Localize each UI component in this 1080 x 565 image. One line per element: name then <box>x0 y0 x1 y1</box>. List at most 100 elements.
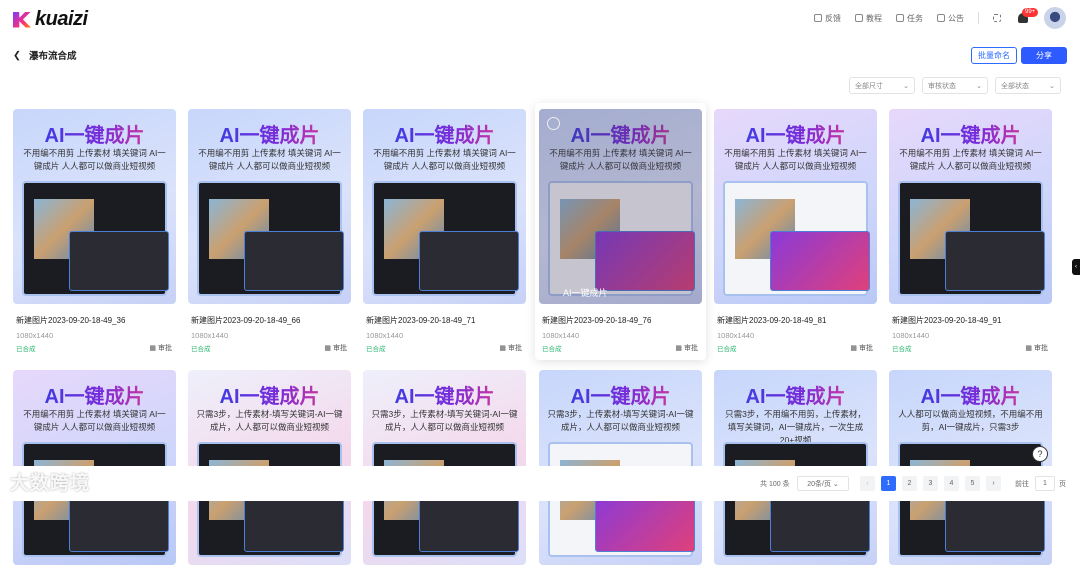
approve-button[interactable]: ▦ 审批 <box>324 343 347 353</box>
batch-rename-button[interactable]: 批量命名 <box>971 47 1017 64</box>
image-card[interactable]: AI一键成片 不用编不用剪 上传素材 填关键词 AI一键成片 人人都可以做商业短… <box>9 364 180 565</box>
filter-value: 全部尺寸 <box>855 82 883 90</box>
thumbnail-dialog <box>770 492 870 552</box>
bell-icon[interactable]: 99+ <box>1018 8 1039 23</box>
image-card[interactable]: AI一键成片 不用编不用剪 上传素材 填关键词 AI一键成片 人人都可以做商业短… <box>359 103 530 360</box>
image-card[interactable]: AI一键成片 只需3步，上传素材-填写关键词-AI一键成片，人人都可以做商业短视… <box>184 364 355 565</box>
card-name: 新建图片2023-09-20-18-49_81 <box>717 316 827 325</box>
tutorial-icon <box>855 13 863 22</box>
apps-icon[interactable] <box>993 14 1001 22</box>
card-name: 新建图片2023-09-20-18-49_76 <box>542 316 652 325</box>
prev-page-button[interactable]: ‹ <box>860 476 875 491</box>
thumbnail-subtitle: 不用编不用剪 上传素材 填关键词 AI一键成片 人人都可以做商业短视频 <box>23 409 166 432</box>
image-card[interactable]: AI一键成片 不用编不用剪 上传素材 填关键词 AI一键成片 人人都可以做商业短… <box>885 103 1056 360</box>
chevron-down-icon: ⌄ <box>976 82 982 90</box>
image-card[interactable]: AI一键成片 不用编不用剪 上传素材 填关键词 AI一键成片 人人都可以做商业短… <box>710 103 881 360</box>
thumbnail-dialog <box>770 231 870 291</box>
approve-icon: ▦ <box>149 345 157 352</box>
image-card[interactable]: AI一键成片 只需3步，上传素材-填写关键词-AI一键成片，人人都可以做商业短视… <box>359 364 530 565</box>
watermark: 大数跨境 <box>10 473 91 494</box>
page-2[interactable]: 2 <box>902 476 917 491</box>
select-checkbox[interactable] <box>547 117 560 130</box>
status-badge: 已合成 <box>366 346 386 353</box>
next-page-button[interactable]: › <box>986 476 1001 491</box>
card-name: 新建图片2023-09-20-18-49_66 <box>191 316 301 325</box>
card-size: 1080x1440 <box>16 331 54 340</box>
share-button[interactable]: 分享 <box>1021 47 1067 64</box>
card-thumbnail[interactable]: AI一键成片 不用编不用剪 上传素材 填关键词 AI一键成片 人人都可以做商业短… <box>539 109 702 304</box>
thumbnail-dialog <box>244 231 344 291</box>
image-card[interactable]: AI一键成片 不用编不用剪 上传素材 填关键词 AI一键成片 人人都可以做商业短… <box>184 103 355 360</box>
goto-page-input[interactable]: 1 <box>1035 476 1055 491</box>
notification-badge: 99+ <box>1022 8 1039 17</box>
approve-label: 审批 <box>1034 345 1048 352</box>
page-4[interactable]: 4 <box>944 476 959 491</box>
thumbnail-subtitle: 只需3步，上传素材-填写关键词-AI一键成片，人人都可以做商业短视频 <box>371 409 518 432</box>
nav-announcement[interactable]: 公告 <box>937 13 964 24</box>
status-badge: 已合成 <box>16 346 36 353</box>
page-3[interactable]: 3 <box>923 476 938 491</box>
card-size: 1080x1440 <box>191 331 229 340</box>
divider <box>978 12 979 24</box>
card-thumbnail[interactable]: AI一键成片 不用编不用剪 上传素材 填关键词 AI一键成片 人人都可以做商业短… <box>13 109 176 304</box>
page-size-value: 20条/页 <box>807 480 831 488</box>
hover-overlay <box>539 109 702 304</box>
thumbnail-title: AI一键成片 <box>363 119 526 148</box>
logo-mark-icon <box>13 11 31 28</box>
top-nav: 反馈 教程 任务 公告 99+ <box>814 8 1039 24</box>
approve-icon: ▦ <box>499 345 507 352</box>
size-filter[interactable]: 全部尺寸 ⌄ <box>849 77 915 94</box>
logo-text: kuaizi <box>35 8 88 30</box>
approve-button[interactable]: ▦ 审批 <box>850 343 873 353</box>
image-card[interactable]: AI一键成片 只需3步，不用编不用剪，上传素材，填写关键词，AI一键成片，一次生… <box>710 364 881 565</box>
approve-button[interactable]: ▦ 审批 <box>499 343 522 353</box>
thumbnail-subtitle: 不用编不用剪 上传素材 填关键词 AI一键成片 人人都可以做商业短视频 <box>724 148 867 171</box>
page-5[interactable]: 5 <box>965 476 980 491</box>
speaker-icon <box>937 13 945 22</box>
image-card[interactable]: AI一键成片 人人都可以做商业短视频，不用编不用剪，AI一键成片，只需3步 <box>885 364 1056 565</box>
thumbnail-dialog <box>419 492 519 552</box>
back-nav[interactable]: ❮ 瀑布流合成 <box>13 48 76 63</box>
page-1[interactable]: 1 <box>881 476 896 491</box>
card-size: 1080x1440 <box>892 331 930 340</box>
nav-tasks[interactable]: 任务 <box>896 13 923 24</box>
status-badge: 已合成 <box>191 346 211 353</box>
approve-button[interactable]: ▦ 审批 <box>149 343 172 353</box>
hover-label: AI一键成片 <box>563 288 608 298</box>
thumbnail-title: AI一键成片 <box>889 119 1052 148</box>
thumbnail-dialog <box>69 231 169 291</box>
approve-button[interactable]: ▦ 审批 <box>1025 343 1048 353</box>
review-filter[interactable]: 审核状态 ⌄ <box>922 77 988 94</box>
thumbnail-title: AI一键成片 <box>714 380 877 409</box>
image-card[interactable]: AI一键成片 不用编不用剪 上传素材 填关键词 AI一键成片 人人都可以做商业短… <box>9 103 180 360</box>
card-thumbnail[interactable]: AI一键成片 不用编不用剪 上传素材 填关键词 AI一键成片 人人都可以做商业短… <box>714 109 877 304</box>
chevron-left-icon: ❮ <box>13 49 21 61</box>
logo[interactable]: kuaizi <box>13 8 88 31</box>
nav-label: 反馈 <box>825 13 841 23</box>
status-filter[interactable]: 全部状态 ⌄ <box>995 77 1061 94</box>
help-icon[interactable]: ? <box>1032 446 1048 462</box>
total-count: 共 100 条 <box>760 480 790 488</box>
card-name: 新建图片2023-09-20-18-49_36 <box>16 316 126 325</box>
page-size-select[interactable]: 20条/页 ⌄ <box>797 476 849 491</box>
card-thumbnail[interactable]: AI一键成片 不用编不用剪 上传素材 填关键词 AI一键成片 人人都可以做商业短… <box>188 109 351 304</box>
thumbnail-dialog <box>244 492 344 552</box>
card-name: 新建图片2023-09-20-18-49_91 <box>892 316 1002 325</box>
pagination-bar <box>0 466 1080 501</box>
approve-button[interactable]: ▦ 审批 <box>675 343 698 353</box>
status-badge: 已合成 <box>717 346 737 353</box>
image-card[interactable]: AI一键成片 不用编不用剪 上传素材 填关键词 AI一键成片 人人都可以做商业短… <box>535 103 706 360</box>
card-thumbnail[interactable]: AI一键成片 不用编不用剪 上传素材 填关键词 AI一键成片 人人都可以做商业短… <box>363 109 526 304</box>
feedback-icon <box>814 13 822 22</box>
nav-feedback[interactable]: 反馈 <box>814 13 841 24</box>
thumbnail-dialog <box>945 231 1045 291</box>
avatar[interactable] <box>1044 7 1066 29</box>
image-card[interactable]: AI一键成片 只需3步，上传素材-填写关键词-AI一键成片，人人都可以做商业短视… <box>535 364 706 565</box>
card-thumbnail[interactable]: AI一键成片 不用编不用剪 上传素材 填关键词 AI一键成片 人人都可以做商业短… <box>889 109 1052 304</box>
approve-label: 审批 <box>859 345 873 352</box>
status-badge: 已合成 <box>542 346 562 353</box>
side-panel-toggle[interactable]: ‹ <box>1072 259 1080 275</box>
thumbnail-dialog <box>419 231 519 291</box>
nav-tutorial[interactable]: 教程 <box>855 13 882 24</box>
thumbnail-dialog <box>69 492 169 552</box>
